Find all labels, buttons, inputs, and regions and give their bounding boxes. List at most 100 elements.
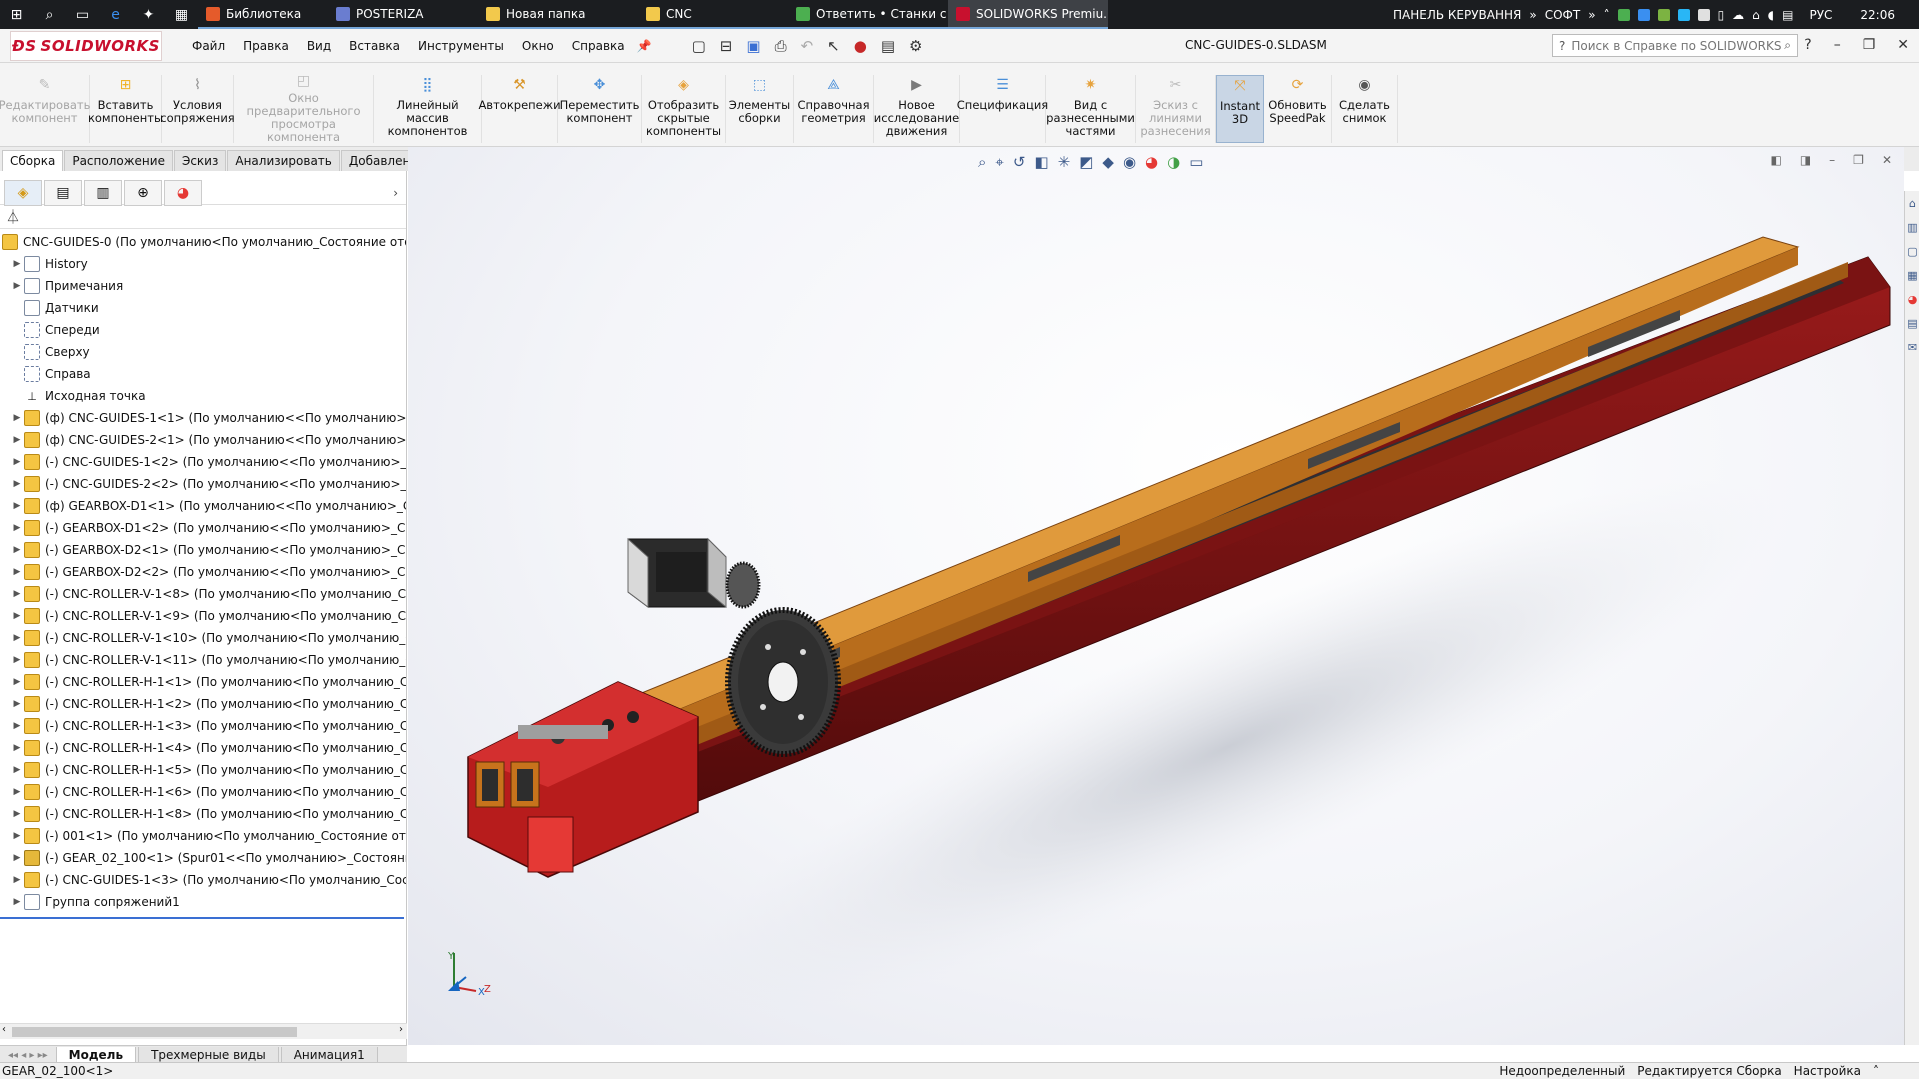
print-icon[interactable]: ⎙ (775, 37, 787, 55)
tray-app-icon[interactable] (1657, 8, 1670, 21)
tree-item[interactable]: ▶ Группа сопряжений1 (0, 891, 406, 913)
notifications-icon[interactable]: ▤ (1782, 8, 1793, 22)
command-tab[interactable]: Расположение (64, 150, 173, 171)
tray-app-icon[interactable] (1617, 8, 1630, 21)
tab-nav-arrows[interactable]: ◂◂ ◂ ▸ ▸▸ (0, 1050, 56, 1061)
battery-icon[interactable]: ▯ (1718, 8, 1725, 22)
scroll-left-icon[interactable]: ‹ (2, 1024, 6, 1035)
tree-root[interactable]: CNC-GUIDES-0 (По умолчанию<По умолчанию_… (0, 231, 406, 253)
expand-arrow-icon[interactable]: ▶ (10, 853, 24, 863)
tree-item[interactable]: ▶ (-) GEARBOX-D2<1> (По умолчанию<<По умо… (0, 539, 406, 561)
tree-item[interactable]: ▶ (-) CNC-ROLLER-H-1<6> (По умолчанию<По … (0, 781, 406, 803)
menu-item[interactable]: Правка (243, 39, 289, 53)
expand-arrow-icon[interactable]: ▶ (10, 765, 24, 775)
language-indicator[interactable]: РУС (1809, 8, 1832, 22)
design-library-icon[interactable]: ▥ (1905, 215, 1919, 239)
tree-item[interactable]: Спереди (0, 319, 406, 341)
ribbon-button[interactable]: ◈ Отобразить скрытые компоненты (642, 75, 726, 143)
ribbon-button[interactable]: ⬚ Элементы сборки (726, 75, 794, 143)
feature-tree-tab[interactable]: ◈ (4, 179, 42, 206)
tree-item[interactable]: ▶ (-) CNC-ROLLER-V-1<10> (По умолчанию<По… (0, 627, 406, 649)
view-palette-icon[interactable]: ▦ (1905, 263, 1919, 287)
menu-item[interactable]: Инструменты (418, 39, 504, 53)
file-explorer-icon[interactable]: ▢ (1905, 239, 1919, 263)
model-3d-view[interactable]: Y X Z (408, 147, 1904, 1045)
expand-arrow-icon[interactable]: ▶ (10, 545, 24, 555)
minimize-icon[interactable]: – (1834, 37, 1841, 53)
ribbon-button[interactable]: ◉ Сделать снимок (1332, 75, 1398, 143)
menu-item[interactable]: Файл (192, 39, 225, 53)
expand-arrow-icon[interactable]: ▶ (10, 589, 24, 599)
ribbon-button[interactable]: ⤧ Instant 3D (1216, 75, 1264, 143)
tray-overflow-icon[interactable]: ˄ (1604, 8, 1610, 22)
options-icon[interactable]: ⚙ (909, 37, 922, 55)
display-manager-tab[interactable]: ◕ (164, 179, 202, 206)
search-button[interactable]: ⌕ (33, 0, 66, 29)
command-tab[interactable]: Эскиз (173, 150, 227, 171)
cloud-icon[interactable]: ☁ (1732, 8, 1744, 22)
taskbar-task[interactable]: Ответить • Станки с ... (788, 0, 948, 29)
expand-arrow-icon[interactable]: ▶ (10, 655, 24, 665)
expand-arrow-icon[interactable]: ▶ (10, 831, 24, 841)
tray-app-icon[interactable] (1637, 8, 1650, 21)
tree-item[interactable]: ▶ (-) CNC-ROLLER-H-1<2> (По умолчанию<По … (0, 693, 406, 715)
taskbar-task[interactable]: POSTERIZA (328, 0, 478, 29)
control-panel-toolbar[interactable]: ПАНЕЛЬ КЕРУВАННЯ (1393, 8, 1521, 22)
scrollbar-thumb[interactable] (12, 1027, 297, 1037)
tree-item[interactable]: ▶ (-) CNC-GUIDES-1<3> (По умолчанию<По ум… (0, 869, 406, 891)
expand-arrow-icon[interactable]: ▶ (10, 413, 24, 423)
expand-arrow-icon[interactable]: ▶ (10, 281, 24, 291)
restore-icon[interactable]: ❐ (1863, 37, 1876, 53)
expand-arrow-icon[interactable]: ▶ (10, 699, 24, 709)
rollback-bar[interactable] (0, 917, 404, 919)
menu-item[interactable]: Окно (522, 39, 554, 53)
undo-icon[interactable]: ↶ (801, 37, 814, 55)
tree-item[interactable]: ▶ (-) CNC-ROLLER-H-1<5> (По умолчанию<По … (0, 759, 406, 781)
soft-toolbar[interactable]: СОФТ (1545, 8, 1580, 22)
network-icon[interactable]: ⌂ (1752, 8, 1760, 22)
ribbon-button[interactable]: ▶ Новое исследование движения (874, 75, 960, 143)
expand-arrow-icon[interactable]: ▶ (10, 721, 24, 731)
expand-arrow-icon[interactable]: ▶ (10, 897, 24, 907)
tray-app-icon[interactable] (1697, 8, 1710, 21)
chevron-right-icon[interactable]: » (1529, 8, 1536, 22)
file-properties-icon[interactable]: ▤ (881, 37, 895, 55)
expand-arrow-icon[interactable]: ▶ (10, 457, 24, 467)
taskbar-task[interactable]: Новая папка (478, 0, 638, 29)
horizontal-scrollbar[interactable]: ‹ › (0, 1023, 407, 1039)
ribbon-button[interactable]: ⟁ Справочная геометрия (794, 75, 874, 143)
tree-item[interactable]: ▶ (-) CNC-ROLLER-V-1<9> (По умолчанию<По … (0, 605, 406, 627)
expand-arrow-icon[interactable]: ▶ (10, 809, 24, 819)
ribbon-button[interactable]: ✂ Эскиз с линиями разнесения (1136, 75, 1216, 143)
tree-item[interactable]: ▶ History (0, 253, 406, 275)
tree-item[interactable]: ▶ (-) CNC-ROLLER-H-1<1> (По умолчанию<По … (0, 671, 406, 693)
ribbon-button[interactable]: ✥ Переместить компонент (558, 75, 642, 143)
ribbon-button[interactable]: ✷ Вид с разнесенными частями (1046, 75, 1136, 143)
menu-item[interactable]: Справка (572, 39, 625, 53)
help-search-input[interactable] (1571, 38, 1785, 53)
expand-arrow-icon[interactable]: ▶ (10, 501, 24, 511)
property-manager-tab[interactable]: ▤ (44, 179, 82, 206)
command-tab[interactable]: Анализировать (227, 150, 340, 171)
ribbon-button[interactable]: ✎ Редактировать компонент (0, 75, 90, 143)
expand-arrow-icon[interactable]: ▶ (10, 633, 24, 643)
dimxpert-tab[interactable]: ⊕ (124, 179, 162, 206)
expand-arrow-icon[interactable]: ▶ (10, 611, 24, 621)
tree-filter[interactable]: ⏃ (0, 205, 406, 229)
tree-item[interactable]: ▶ (-) GEARBOX-D1<2> (По умолчанию<<По умо… (0, 517, 406, 539)
scroll-right-icon[interactable]: › (399, 1024, 403, 1035)
save-icon[interactable]: ▣ (746, 37, 760, 55)
tray-app-icon[interactable] (1677, 8, 1690, 21)
help-menu-icon[interactable]: ? (1804, 37, 1811, 53)
command-tab[interactable]: Сборка (2, 150, 64, 171)
tree-item[interactable]: ▶ (ф) GEARBOX-D1<1> (По умолчанию<<По умо… (0, 495, 406, 517)
select-icon[interactable]: ↖ (827, 37, 840, 55)
ribbon-button[interactable]: ⚒ Автокрепежи (478, 75, 561, 143)
clock[interactable]: 22:06 (1860, 8, 1895, 22)
custom-properties-icon[interactable]: ▤ (1905, 311, 1919, 335)
graphics-area[interactable]: ⌕ ⌖ ↺ ◧ ✳ ◩ ◆ ◉ ◕ ◑ ▭ ◧ ◨ – ❐ ✕ Y X Z (408, 147, 1904, 1045)
tree-item[interactable]: ⊥ Исходная точка (0, 385, 406, 407)
tree-item[interactable]: Справа (0, 363, 406, 385)
units-settings[interactable]: Настройка (1794, 1064, 1861, 1078)
tree-item[interactable]: ▶ (-) 001<1> (По умолчанию<По умолчанию_С… (0, 825, 406, 847)
